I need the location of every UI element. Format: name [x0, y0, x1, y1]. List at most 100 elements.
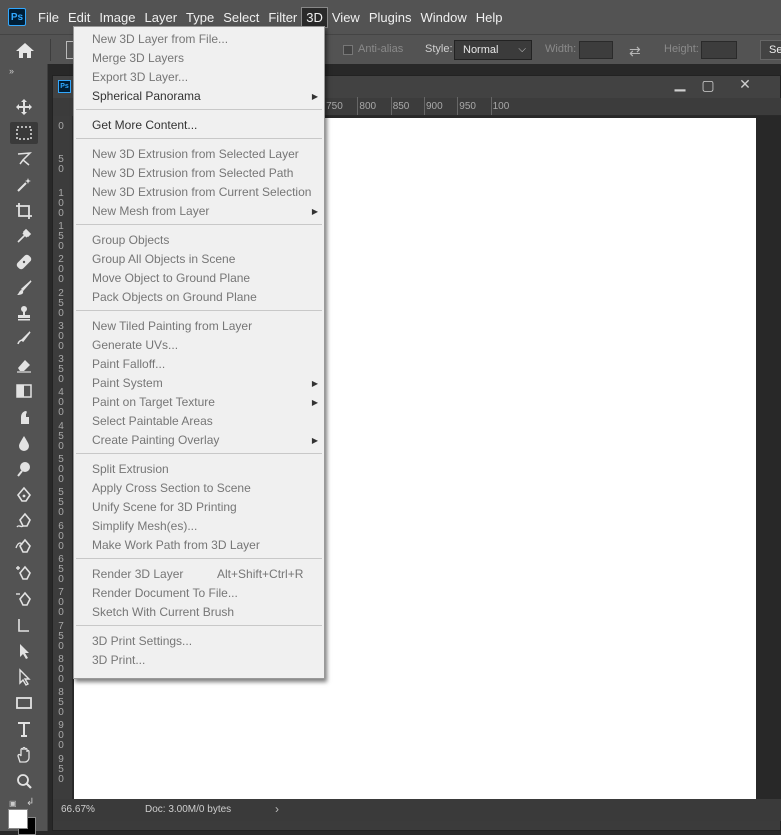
history-brush-tool-icon[interactable]	[10, 328, 38, 350]
close-icon[interactable]: ✕	[733, 76, 757, 94]
direct-selection-tool-icon[interactable]	[10, 666, 38, 688]
menu-item-new-mesh-from-layer[interactable]: New Mesh from Layer ▶	[92, 202, 318, 221]
menu-image[interactable]: Image	[95, 8, 139, 27]
menu-item-make-work-path-from-3d-layer[interactable]: Make Work Path from 3D Layer	[92, 536, 318, 555]
menu-item-unify-scene-for-3d-printing[interactable]: Unify Scene for 3D Printing	[92, 498, 318, 517]
blur-tool-icon[interactable]	[10, 432, 38, 454]
foreground-color-swatch[interactable]	[8, 809, 28, 829]
spot-healing-tool-icon[interactable]	[10, 251, 38, 273]
width-field[interactable]	[579, 41, 613, 59]
menu-separator	[76, 310, 322, 311]
convert-point-tool-icon[interactable]	[10, 614, 38, 636]
menu-item-pack-objects-on-ground-plane[interactable]: Pack Objects on Ground Plane	[92, 288, 318, 307]
menu-plugins[interactable]: Plugins	[365, 8, 416, 27]
style-value: Normal	[463, 44, 499, 56]
home-icon[interactable]	[14, 40, 36, 60]
menu-item-new-3d-layer-from-file[interactable]: New 3D Layer from File...	[92, 30, 318, 49]
menu-help[interactable]: Help	[472, 8, 507, 27]
menu-item-new-3d-extrusion-from-selected-path[interactable]: New 3D Extrusion from Selected Path	[92, 164, 318, 183]
menu-item-label: Sketch With Current Brush	[92, 605, 235, 619]
rectangle-tool-icon[interactable]	[10, 692, 38, 714]
zoom-level[interactable]: 66.67%	[61, 804, 95, 815]
menu-item-new-tiled-painting-from-layer[interactable]: New Tiled Painting from Layer	[92, 317, 318, 336]
menu-type[interactable]: Type	[182, 8, 218, 27]
submenu-arrow-icon: ▶	[311, 379, 318, 388]
dodge-tool-icon[interactable]	[10, 458, 38, 480]
menu-edit[interactable]: Edit	[64, 8, 94, 27]
menu-item-get-more-content[interactable]: Get More Content...	[92, 116, 318, 135]
style-select[interactable]: Normal ⌵	[454, 40, 532, 60]
menu-item-export-3d-layer[interactable]: Export 3D Layer...	[92, 68, 318, 87]
submenu-arrow-icon: ▶	[311, 92, 318, 101]
clone-stamp-tool-icon[interactable]	[10, 302, 38, 324]
menu-item-paint-on-target-texture[interactable]: Paint on Target Texture ▶	[92, 393, 318, 412]
menu-item-spherical-panorama[interactable]: Spherical Panorama ▶	[92, 87, 318, 106]
pen-tool-icon[interactable]	[10, 484, 38, 506]
menu-item-label: New 3D Layer from File...	[92, 32, 229, 46]
crop-tool-icon[interactable]	[10, 200, 38, 222]
swap-colors-icon[interactable]: ↲	[26, 797, 34, 808]
menu-item-paint-falloff[interactable]: Paint Falloff...	[92, 355, 318, 374]
style-label: Style:	[425, 43, 453, 55]
menu-layer[interactable]: Layer	[141, 8, 182, 27]
menu-item-simplify-mesh-es[interactable]: Simplify Mesh(es)...	[92, 517, 318, 536]
menu-item-group-objects[interactable]: Group Objects	[92, 231, 318, 250]
menu-item-paint-system[interactable]: Paint System ▶	[92, 374, 318, 393]
delete-anchor-tool-icon[interactable]	[10, 588, 38, 610]
menu-item-3d-print[interactable]: 3D Print...	[92, 651, 318, 670]
menu-item-new-3d-extrusion-from-current-selection[interactable]: New 3D Extrusion from Current Selection	[92, 183, 318, 202]
menu-filter[interactable]: Filter	[264, 8, 301, 27]
menu-item-group-all-objects-in-scene[interactable]: Group All Objects in Scene	[92, 250, 318, 269]
menu-item-label: Apply Cross Section to Scene	[92, 481, 251, 495]
photoshop-logo-icon[interactable]: Ps	[8, 8, 26, 26]
menu-3d[interactable]: 3D	[301, 6, 328, 28]
menu-item-apply-cross-section-to-scene[interactable]: Apply Cross Section to Scene	[92, 479, 318, 498]
move-tool-icon[interactable]	[10, 96, 38, 118]
submenu-arrow-icon: ▶	[311, 207, 318, 216]
chevron-right-icon[interactable]: ›	[275, 802, 279, 816]
menu-item-create-painting-overlay[interactable]: Create Painting Overlay ▶	[92, 431, 318, 450]
menu-separator	[76, 625, 322, 626]
maximize-icon[interactable]: ▢	[696, 77, 720, 95]
menu-view[interactable]: View	[328, 8, 364, 27]
menu-window[interactable]: Window	[416, 8, 470, 27]
menu-item-select-paintable-areas[interactable]: Select Paintable Areas	[92, 412, 318, 431]
menu-item-3d-print-settings[interactable]: 3D Print Settings...	[92, 632, 318, 651]
minimize-icon[interactable]: ▁	[668, 75, 692, 93]
menu-item-merge-3d-layers[interactable]: Merge 3D Layers	[92, 49, 318, 68]
curvature-pen-tool-icon[interactable]	[10, 536, 38, 558]
menu-item-move-object-to-ground-plane[interactable]: Move Object to Ground Plane	[92, 269, 318, 288]
height-field[interactable]	[701, 41, 737, 59]
menu-item-label: Group Objects	[92, 233, 170, 247]
menu-item-render-3d-layer[interactable]: Render 3D Layer Alt+Shift+Ctrl+R	[92, 565, 318, 584]
menu-item-label: Get More Content...	[92, 118, 198, 132]
add-anchor-tool-icon[interactable]	[10, 562, 38, 584]
freeform-pen-tool-icon[interactable]	[10, 510, 38, 532]
eraser-tool-icon[interactable]	[10, 354, 38, 376]
default-colors-icon[interactable]: ▣	[9, 799, 17, 808]
color-swatches: ▣ ↲	[8, 797, 40, 835]
rectangular-marquee-tool-icon[interactable]	[10, 122, 38, 144]
menu-item-split-extrusion[interactable]: Split Extrusion	[92, 460, 318, 479]
menu-select[interactable]: Select	[219, 8, 263, 27]
hand-tool-icon[interactable]	[10, 744, 38, 766]
menu-item-sketch-with-current-brush[interactable]: Sketch With Current Brush	[92, 603, 318, 622]
select-and-mask-button[interactable]: Se	[760, 40, 781, 60]
eyedropper-tool-icon[interactable]	[10, 225, 38, 247]
type-tool-icon[interactable]	[10, 718, 38, 740]
magic-wand-tool-icon[interactable]	[10, 174, 38, 196]
ruler-label: 7 5 0	[58, 620, 64, 652]
swap-icon[interactable]: ⇄	[629, 43, 641, 60]
path-selection-tool-icon[interactable]	[10, 640, 38, 662]
brush-tool-icon[interactable]	[10, 277, 38, 299]
gradient-tool-icon[interactable]	[10, 380, 38, 402]
menu-item-new-3d-extrusion-from-selected-layer[interactable]: New 3D Extrusion from Selected Layer	[92, 145, 318, 164]
zoom-tool-icon[interactable]	[10, 770, 38, 792]
lasso-tool-icon[interactable]	[10, 148, 38, 170]
menu-file[interactable]: File	[34, 8, 63, 27]
menu-item-render-document-to-file[interactable]: Render Document To File...	[92, 584, 318, 603]
smudge-tool-icon[interactable]	[10, 406, 38, 428]
collapse-panel-icon[interactable]: ››	[9, 66, 14, 76]
menu-item-generate-uvs[interactable]: Generate UVs...	[92, 336, 318, 355]
anti-alias-checkbox[interactable]	[343, 45, 353, 55]
